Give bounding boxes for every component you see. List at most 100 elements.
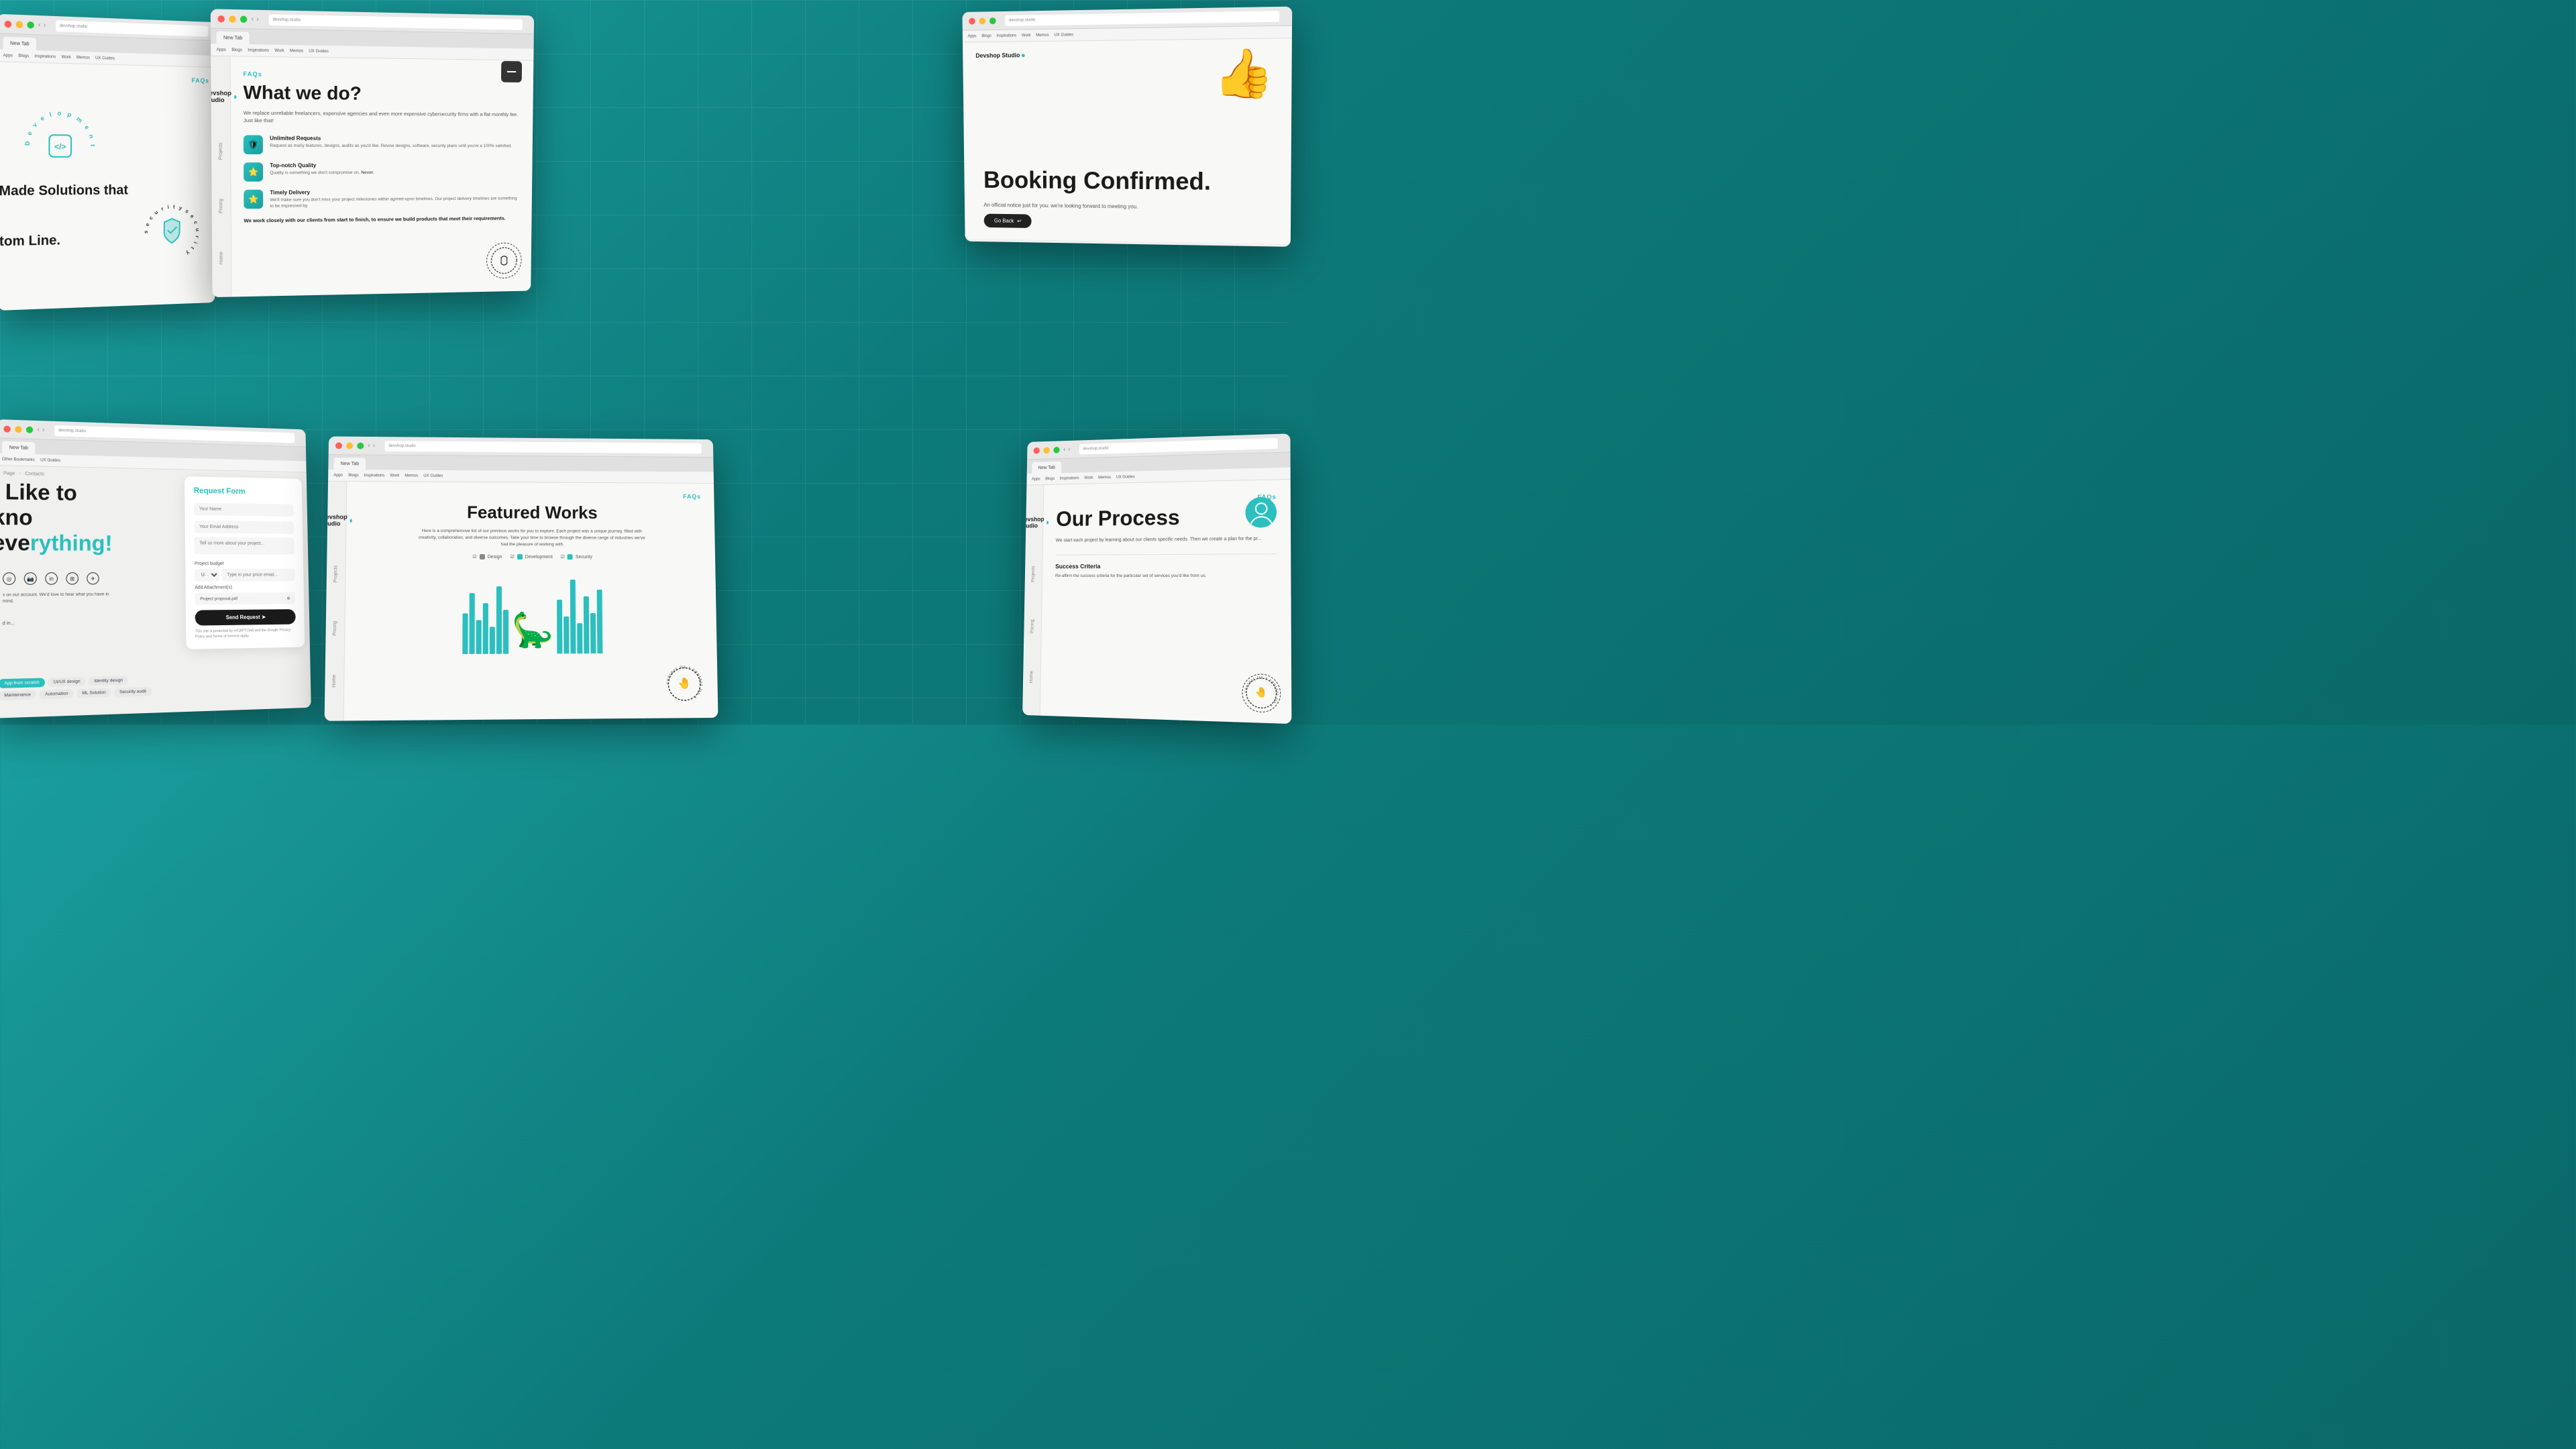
dot-yellow-w3[interactable] [979,17,986,24]
project-textarea[interactable] [195,537,294,555]
dot-green-w6[interactable] [1053,446,1060,453]
tags-row-w4: App from scratch UI/UX design Identity d… [0,675,165,700]
dot-red-w2[interactable] [217,15,225,22]
dot-green-w1[interactable] [27,21,34,28]
booking-title: Booking Confirmed. [983,166,1211,196]
filter-security[interactable]: ☑ Security [561,554,592,559]
dot-red-w1[interactable] [5,20,12,28]
main-w5: FAQs Featured Works Here is a comprehens… [344,482,718,721]
nav-home-w5[interactable]: Home [332,674,337,687]
faqs-label-w1: FAQs [192,77,209,85]
tag-security-audit[interactable]: Security audit [114,687,152,697]
attachment-label: Add Attachment(s) [195,585,295,590]
dot-green-w4[interactable] [26,426,33,433]
service-delivery: ⭐ Timely Delivery We'll make sure you do… [244,188,521,209]
faqs-w5: FAQs [360,492,701,500]
contact-badge-w6[interactable]: contact Us • contact Us • 🤚 [1242,674,1281,713]
filter-design[interactable]: ☑ Design [472,554,502,559]
budget-input[interactable] [222,569,295,582]
social-icon-circle[interactable]: ◎ [3,572,15,585]
tab-w1[interactable]: New Tab [3,37,36,50]
nav-pricing-w2[interactable]: Pricing [219,199,223,213]
booking-subtitle: An official notice just for you: we're l… [983,202,1138,209]
small-desc-w4: s on our account. We'd love to hear what… [3,591,114,604]
minus-icon-w2[interactable] [501,61,522,83]
dot-green-w2[interactable] [240,15,247,23]
attachment-icon: ⊕ [286,596,290,601]
social-icon-grid[interactable]: ⊞ [66,572,78,584]
content-w3: Devshop Studio 👍 Booking Confirmed. An o… [963,38,1292,244]
dot-yellow-w4[interactable] [15,425,21,432]
dot-yellow-w5[interactable] [346,442,353,449]
dot-yellow-w6[interactable] [1043,447,1049,453]
tag-ml-solution[interactable]: ML Solution [76,688,111,698]
big-text-solutions: -Made Solutions that [0,183,128,200]
dot-red-w6[interactable] [1033,447,1039,453]
tag-app-from-scratch[interactable]: App from scratch [0,678,45,688]
subtitle-w2: We replace unreliable freelancers, expen… [244,109,522,126]
form-title: Request Form [194,486,293,496]
attachment-file: Project proposal.pdf ⊕ [195,592,295,605]
go-back-button[interactable]: Go Back ↩ [984,214,1032,228]
filter-dot-security [568,554,573,559]
service-text-unlimited: Unlimited Requests Request as many featu… [270,135,512,149]
bar-2 [469,593,474,654]
contact-badge-w2[interactable]: contact Us • contact Us • [486,242,522,278]
nav-projects-w6[interactable]: Projects [1031,566,1036,582]
addressbar-w1[interactable]: devshop.studio [56,20,209,36]
nav-home-w2[interactable]: Home [219,252,224,264]
bar-13 [590,613,596,653]
featured-title: Featured Works [360,502,702,523]
tag-maintenance[interactable]: Maintenance [0,690,36,700]
dinosaur-icon: 🦕 [512,610,554,654]
tab-w2[interactable]: New Tab [216,32,249,44]
nav-home-w6[interactable]: Home [1029,671,1034,684]
send-request-button[interactable]: Send Request ➤ [195,609,296,625]
nav-projects-w5[interactable]: Projects [333,566,339,583]
avatar-svg [1247,498,1275,526]
service-icon-delivery: ⭐ [244,189,263,209]
nav-projects-w2[interactable]: Projects [219,143,223,160]
addressbar-w2[interactable]: devshop.studio [268,14,523,30]
dot-green-w3[interactable] [989,17,996,24]
currency-select[interactable]: USD [195,569,219,582]
tag-uiux[interactable]: UI/UX design [48,677,86,687]
dot-red-w5[interactable] [335,442,342,449]
tab-w5[interactable]: New Tab [333,458,366,470]
nav-pricing-w6[interactable]: Pricing [1030,619,1035,633]
social-icon-linkedin[interactable]: in [45,572,58,585]
window-dev-security: ‹ › devshop.studio New Tab Apps Blogs In… [0,14,220,311]
send-icon: ➤ [262,614,266,620]
circular-dev-container: D e v e l o p m e n t </> [19,105,101,187]
contact-badge-w5[interactable]: contact Us • contact Us • 🤚 [664,663,704,708]
dot-yellow-w1[interactable] [16,21,23,28]
addressbar-w5[interactable]: devshop.studio [384,441,702,453]
dot-yellow-w2[interactable] [229,15,236,23]
dot-green-w5[interactable] [357,442,364,449]
social-icon-instagram[interactable]: 📷 [24,572,37,585]
addressbar-w4[interactable]: devshop.studio [54,425,294,443]
service-unlimited: 🛡 Unlimited Requests Request as many fea… [244,135,521,154]
tab-w6[interactable]: New Tab [1032,462,1061,474]
nav-pricing-w5[interactable]: Pricing [333,621,337,636]
filter-development[interactable]: ☑ Development [510,554,552,559]
nav-icons-w5: ‹ › [368,442,375,449]
nav-icons-w4: ‹ › [37,426,44,433]
tag-identity-design[interactable]: Identity design [89,676,128,686]
tag-automation[interactable]: Automation [40,689,74,699]
addressbar-w6[interactable]: devshop.studio [1079,437,1277,454]
our-process-title: Our Process [1056,504,1277,531]
content-w2: Devshop Studio Projects Pricing Home FAQ… [211,56,533,297]
tab-w4[interactable]: New Tab [2,441,35,455]
social-icon-telegram[interactable]: ✈ [87,572,99,584]
big-text-left-w4: I Like to kno everything! [0,479,112,556]
bottom-text-w2: We work closely with our clients from st… [244,215,520,224]
bar-6 [496,586,502,654]
addressbar-w3[interactable]: devshop.studio [1005,11,1279,26]
name-input[interactable] [194,502,294,516]
dot-red-w4[interactable] [3,425,11,432]
contact-badge-svg-w6: contact Us • contact Us • 🤚 [1242,674,1281,712]
bar-8 [557,600,562,653]
dot-red-w3[interactable] [969,17,975,24]
email-input[interactable] [194,521,294,534]
